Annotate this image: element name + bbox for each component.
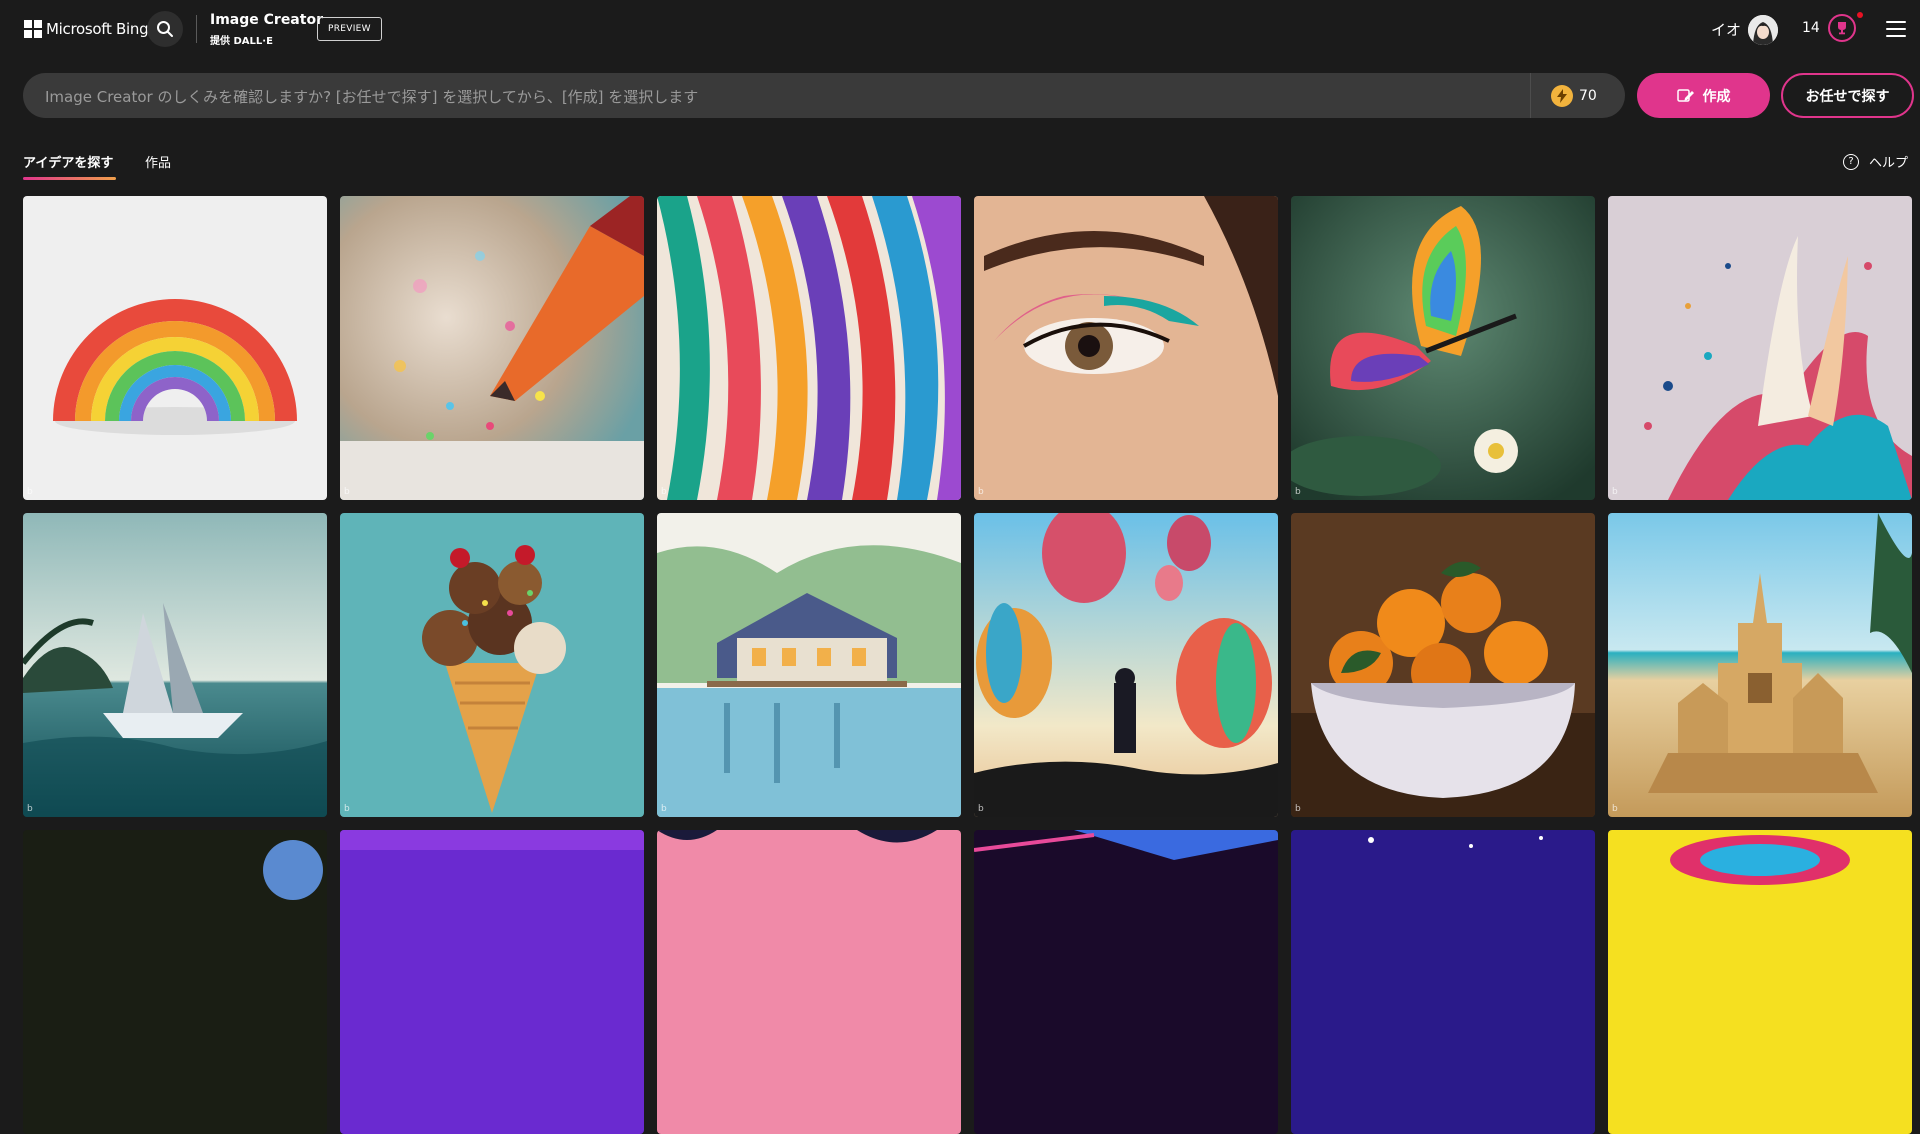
gallery-item-butterfly[interactable]: b (1291, 196, 1595, 500)
avatar[interactable] (1748, 15, 1778, 45)
eye-makeup-image-icon (974, 196, 1278, 500)
help-link[interactable]: ? ヘルプ (1843, 152, 1908, 171)
preview-badge: PREVIEW (317, 17, 382, 41)
menu-button[interactable] (1886, 21, 1906, 37)
rainbow-image-icon (23, 196, 327, 500)
gallery-item-glitter-pencil[interactable]: b (340, 196, 644, 500)
boost-divider (1530, 73, 1531, 118)
brand-name: Microsoft Bing (46, 20, 149, 38)
ribbons-image-icon (657, 196, 961, 500)
notification-dot (1857, 12, 1863, 18)
avatar-image-icon (1748, 15, 1778, 45)
surprise-label: お任せで探す (1805, 88, 1890, 105)
windows-logo-icon (24, 20, 42, 38)
hamburger-line (1886, 28, 1906, 30)
balloons-image-icon (974, 513, 1278, 817)
rewards-trophy-icon (1838, 22, 1846, 35)
rewards-count[interactable]: 14 (1802, 20, 1820, 36)
bing-watermark: b (27, 804, 33, 814)
bing-logo[interactable]: Microsoft Bing (24, 19, 149, 39)
surprise-me-button[interactable]: お任せで探す (1781, 73, 1914, 118)
bing-watermark: b (978, 804, 984, 814)
pink-abstract-image-icon (657, 830, 961, 1134)
bing-watermark: b (661, 804, 667, 814)
bing-watermark: b (1295, 487, 1301, 497)
sandcastle-image-icon (1608, 513, 1912, 817)
hamburger-line (1886, 35, 1906, 37)
boost-count: 70 (1579, 88, 1597, 104)
hamburger-icon (1886, 21, 1906, 23)
help-label: ヘルプ (1869, 156, 1909, 171)
gallery-item-lake-house[interactable]: b (657, 513, 961, 817)
gallery-item-balloons[interactable]: b (974, 513, 1278, 817)
bing-watermark: b (1295, 804, 1301, 814)
bing-watermark: b (344, 487, 350, 497)
neon-image-icon (340, 830, 644, 1134)
ice-cream-image-icon (340, 513, 644, 817)
prompt-bar: 70 (23, 73, 1625, 120)
help-icon: ? (1843, 153, 1859, 170)
prompt-input[interactable] (43, 73, 1547, 120)
header-divider (196, 15, 197, 43)
space-image-icon (23, 830, 327, 1134)
gallery-item-ribbons[interactable]: b (657, 196, 961, 500)
create-pen-icon (1676, 88, 1694, 102)
app-subtitle: 提供 DALL·E (210, 36, 273, 47)
butterfly-image-icon (1291, 196, 1595, 500)
bing-watermark: b (27, 487, 33, 497)
gallery-item-sandcastle[interactable]: b (1608, 513, 1912, 817)
bing-watermark: b (661, 487, 667, 497)
gallery-item-eye-makeup[interactable]: b (974, 196, 1278, 500)
galaxy-image-icon (974, 830, 1278, 1134)
active-tab-indicator (23, 177, 116, 180)
gallery-item-ice-cream[interactable]: b (340, 513, 644, 817)
lake-house-image-icon (657, 513, 961, 817)
paper-boat-image-icon (23, 513, 327, 817)
rewards-button[interactable] (1828, 14, 1856, 42)
gallery-item-galaxy[interactable] (974, 830, 1278, 1134)
gallery-item-pop-art[interactable] (1608, 830, 1912, 1134)
search-icon (157, 21, 173, 37)
paint-splash-image-icon (1608, 196, 1912, 500)
glitter-pencil-image-icon (340, 196, 644, 500)
gallery-item-rainbow[interactable]: b (23, 196, 327, 500)
gallery-item-neon[interactable] (340, 830, 644, 1134)
gallery-item-starry[interactable] (1291, 830, 1595, 1134)
bing-watermark: b (978, 487, 984, 497)
bolt-icon (1551, 85, 1573, 107)
app-title[interactable]: Image Creator (210, 12, 323, 28)
boost-counter[interactable]: 70 (1551, 85, 1597, 107)
gallery-item-pink-abstract[interactable] (657, 830, 961, 1134)
header: Microsoft Bing Image Creator 提供 DALL·E P… (0, 0, 1920, 58)
user-name[interactable]: イオ (1711, 19, 1741, 40)
create-button[interactable]: 作成 (1637, 73, 1770, 118)
gallery-item-paper-boat[interactable]: b (23, 513, 327, 817)
starry-image-icon (1291, 830, 1595, 1134)
tab-creations[interactable]: 作品 (145, 152, 171, 171)
bing-watermark: b (1612, 804, 1618, 814)
search-button[interactable] (147, 11, 183, 47)
oranges-bowl-image-icon (1291, 513, 1595, 817)
gallery-item-space[interactable] (23, 830, 327, 1134)
create-label: 作成 (1702, 88, 1731, 105)
gallery-item-oranges-bowl[interactable]: b (1291, 513, 1595, 817)
bing-watermark: b (344, 804, 350, 814)
tab-explore[interactable]: アイデアを探す (23, 152, 113, 171)
gallery-item-paint-splash[interactable]: b (1608, 196, 1912, 500)
pop-art-image-icon (1608, 830, 1912, 1134)
bing-watermark: b (1612, 487, 1618, 497)
